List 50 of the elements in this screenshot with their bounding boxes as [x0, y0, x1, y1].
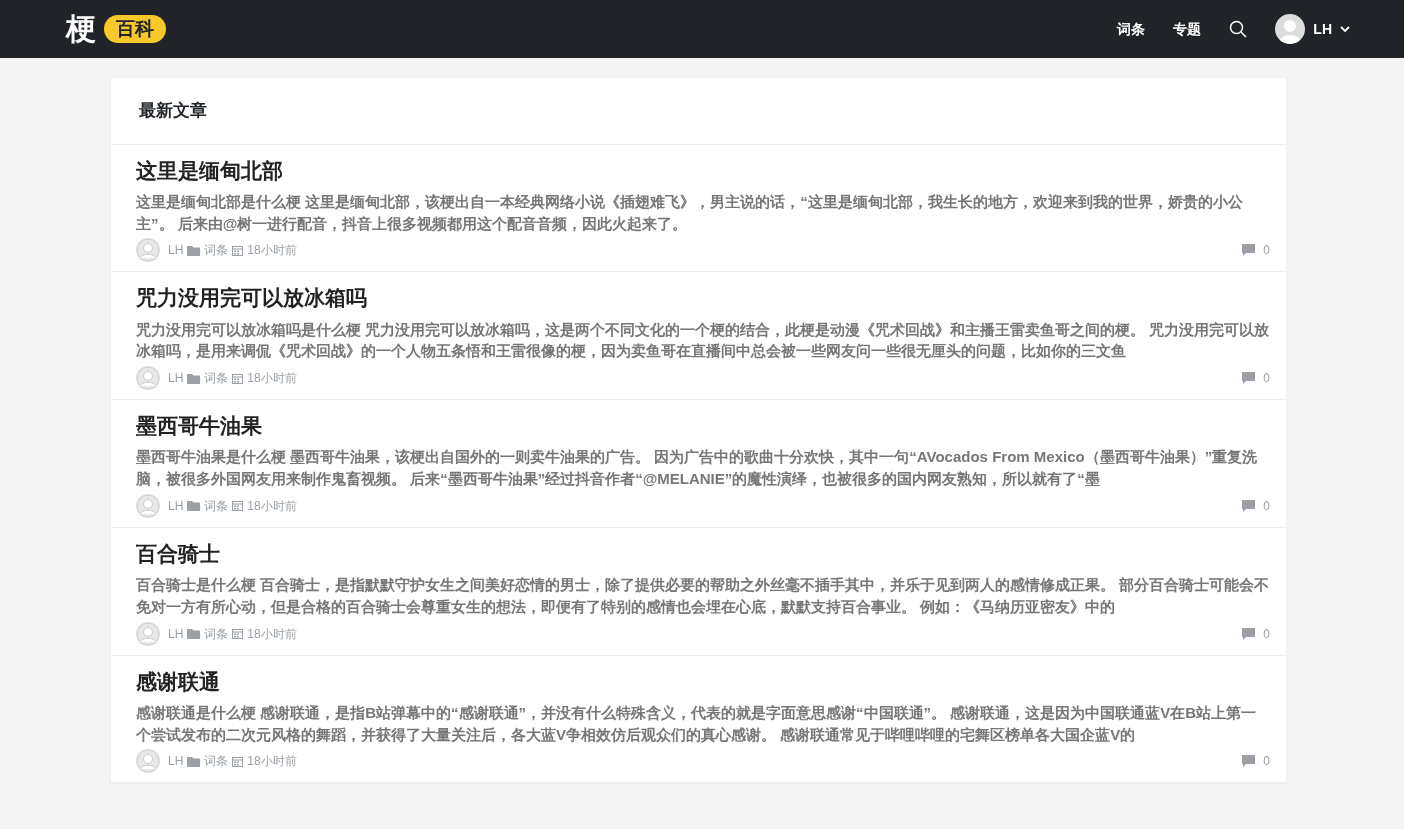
user-menu[interactable]: LH [1275, 14, 1350, 44]
comment-count: 0 [1263, 753, 1270, 771]
article-excerpt: 咒力没用完可以放冰箱吗是什么梗 咒力没用完可以放冰箱吗，这是两个不同文化的一个梗的结合，此梗是动漫《咒术回战》和主播王雷卖鱼哥之间的梗。 咒力没用完可以放冰箱吗，是用来调侃《咒术回战》的一个人物五条悟和王雷很像的梗，因为卖鱼哥在直播间中总会被一些网友问一些很无厘头的问题，比如你的三文鱼 [136, 319, 1270, 362]
logo-badge[interactable]: 百科 [104, 14, 166, 44]
calendar-icon [232, 244, 244, 256]
article-title[interactable]: 墨西哥牛油果 [136, 412, 1270, 440]
article-excerpt: 墨西哥牛油果是什么梗 墨西哥牛油果，该梗出自国外的一则卖牛油果的广告。 因为广告中的歌曲十分欢快，其中一句“AVocados From Mexico（墨西哥牛油果）”重复洗脑，被很多外国网友用来制作鬼畜视频。 后来“墨西哥牛油果”经过抖音作者“@MELANIE”的魔性演绎，也被很多的国内网友熟知，所以就有了“墨 [136, 447, 1259, 490]
author-avatar-icon [136, 493, 160, 518]
folder-icon [187, 244, 201, 256]
article-title[interactable]: 感谢联通 [136, 667, 1270, 695]
avatar-icon [1275, 14, 1306, 44]
post-time: 18小时前 [247, 370, 297, 388]
calendar-icon [232, 372, 244, 384]
comment-icon [1242, 627, 1256, 640]
post-time: 18小时前 [247, 753, 297, 771]
post-time: 18小时前 [247, 497, 297, 515]
comment-icon [1242, 244, 1256, 257]
nav-link-item[interactable]: 词条 [1117, 18, 1146, 40]
comment-count: 0 [1263, 242, 1270, 260]
calendar-icon [232, 500, 244, 512]
folder-icon [187, 628, 201, 640]
post-time: 18小时前 [247, 242, 297, 260]
section-title: 最新文章 [111, 78, 1286, 145]
folder-icon [187, 500, 201, 512]
author-avatar-icon [136, 621, 160, 646]
article-excerpt: 这里是缅甸北部是什么梗 这里是缅甸北部，该梗出自一本经典网络小说《插翅难飞》，男主说的话，“这里是缅甸北部，我生长的地方，欢迎来到我的世界，娇贵的小公主”。 后来由@树一进行配音，抖音上很多视频都用这个配音音频，因此火起来了。 [136, 191, 1244, 234]
author-avatar-icon [136, 366, 160, 391]
comment-icon [1242, 372, 1256, 385]
article-excerpt: 百合骑士是什么梗 百合骑士，是指默默守护女生之间美好恋情的男士，除了提供必要的帮助之外丝毫不插手其中，并乐于见到两人的感情修成正果。 部分百合骑士可能会不免对一方有所心动，但是合格的百合骑士会尊重女生的想法，即便有了特别的感情也会埋在心底，默默支持百合事业。 例如：《马纳历亚密友》中的 [136, 575, 1270, 617]
caret-icon [1340, 25, 1350, 33]
comment-icon [1242, 499, 1256, 512]
calendar-icon [232, 756, 244, 767]
search-icon[interactable] [1229, 20, 1248, 38]
article-excerpt: 感谢联通是什么梗 感谢联通，是指B站弹幕中的“感谢联通”，并没有什么特殊含义，代表的就是字面意思感谢“中国联通”。 感谢联通，这是因为中国联通蓝V在B站上第一个尝试发布的二次元风格的舞蹈，并获得了大量关注后，各大蓝V争相效仿后观众们的真心感谢。 感谢联通常见于哔哩哔哩的宅舞区榜单各大国企蓝V的 [136, 703, 1257, 745]
comment-count: 0 [1263, 370, 1270, 388]
author-avatar-icon [136, 238, 160, 263]
comment-count: 0 [1263, 497, 1270, 515]
article-title[interactable]: 百合骑士 [136, 539, 1270, 568]
comment-icon [1242, 755, 1256, 768]
username: LH [1313, 19, 1332, 39]
folder-icon [187, 372, 201, 384]
logo-character[interactable]: 梗 [66, 14, 96, 44]
post-time: 18小时前 [247, 625, 297, 643]
article-title[interactable]: 这里是缅甸北部 [136, 156, 1270, 184]
author-avatar-icon [136, 749, 160, 774]
article-title[interactable]: 咒力没用完可以放冰箱吗 [136, 284, 1270, 312]
comment-count: 0 [1263, 625, 1270, 643]
calendar-icon [232, 628, 244, 640]
nav-link-item[interactable]: 专题 [1173, 18, 1202, 40]
folder-icon [187, 756, 201, 767]
